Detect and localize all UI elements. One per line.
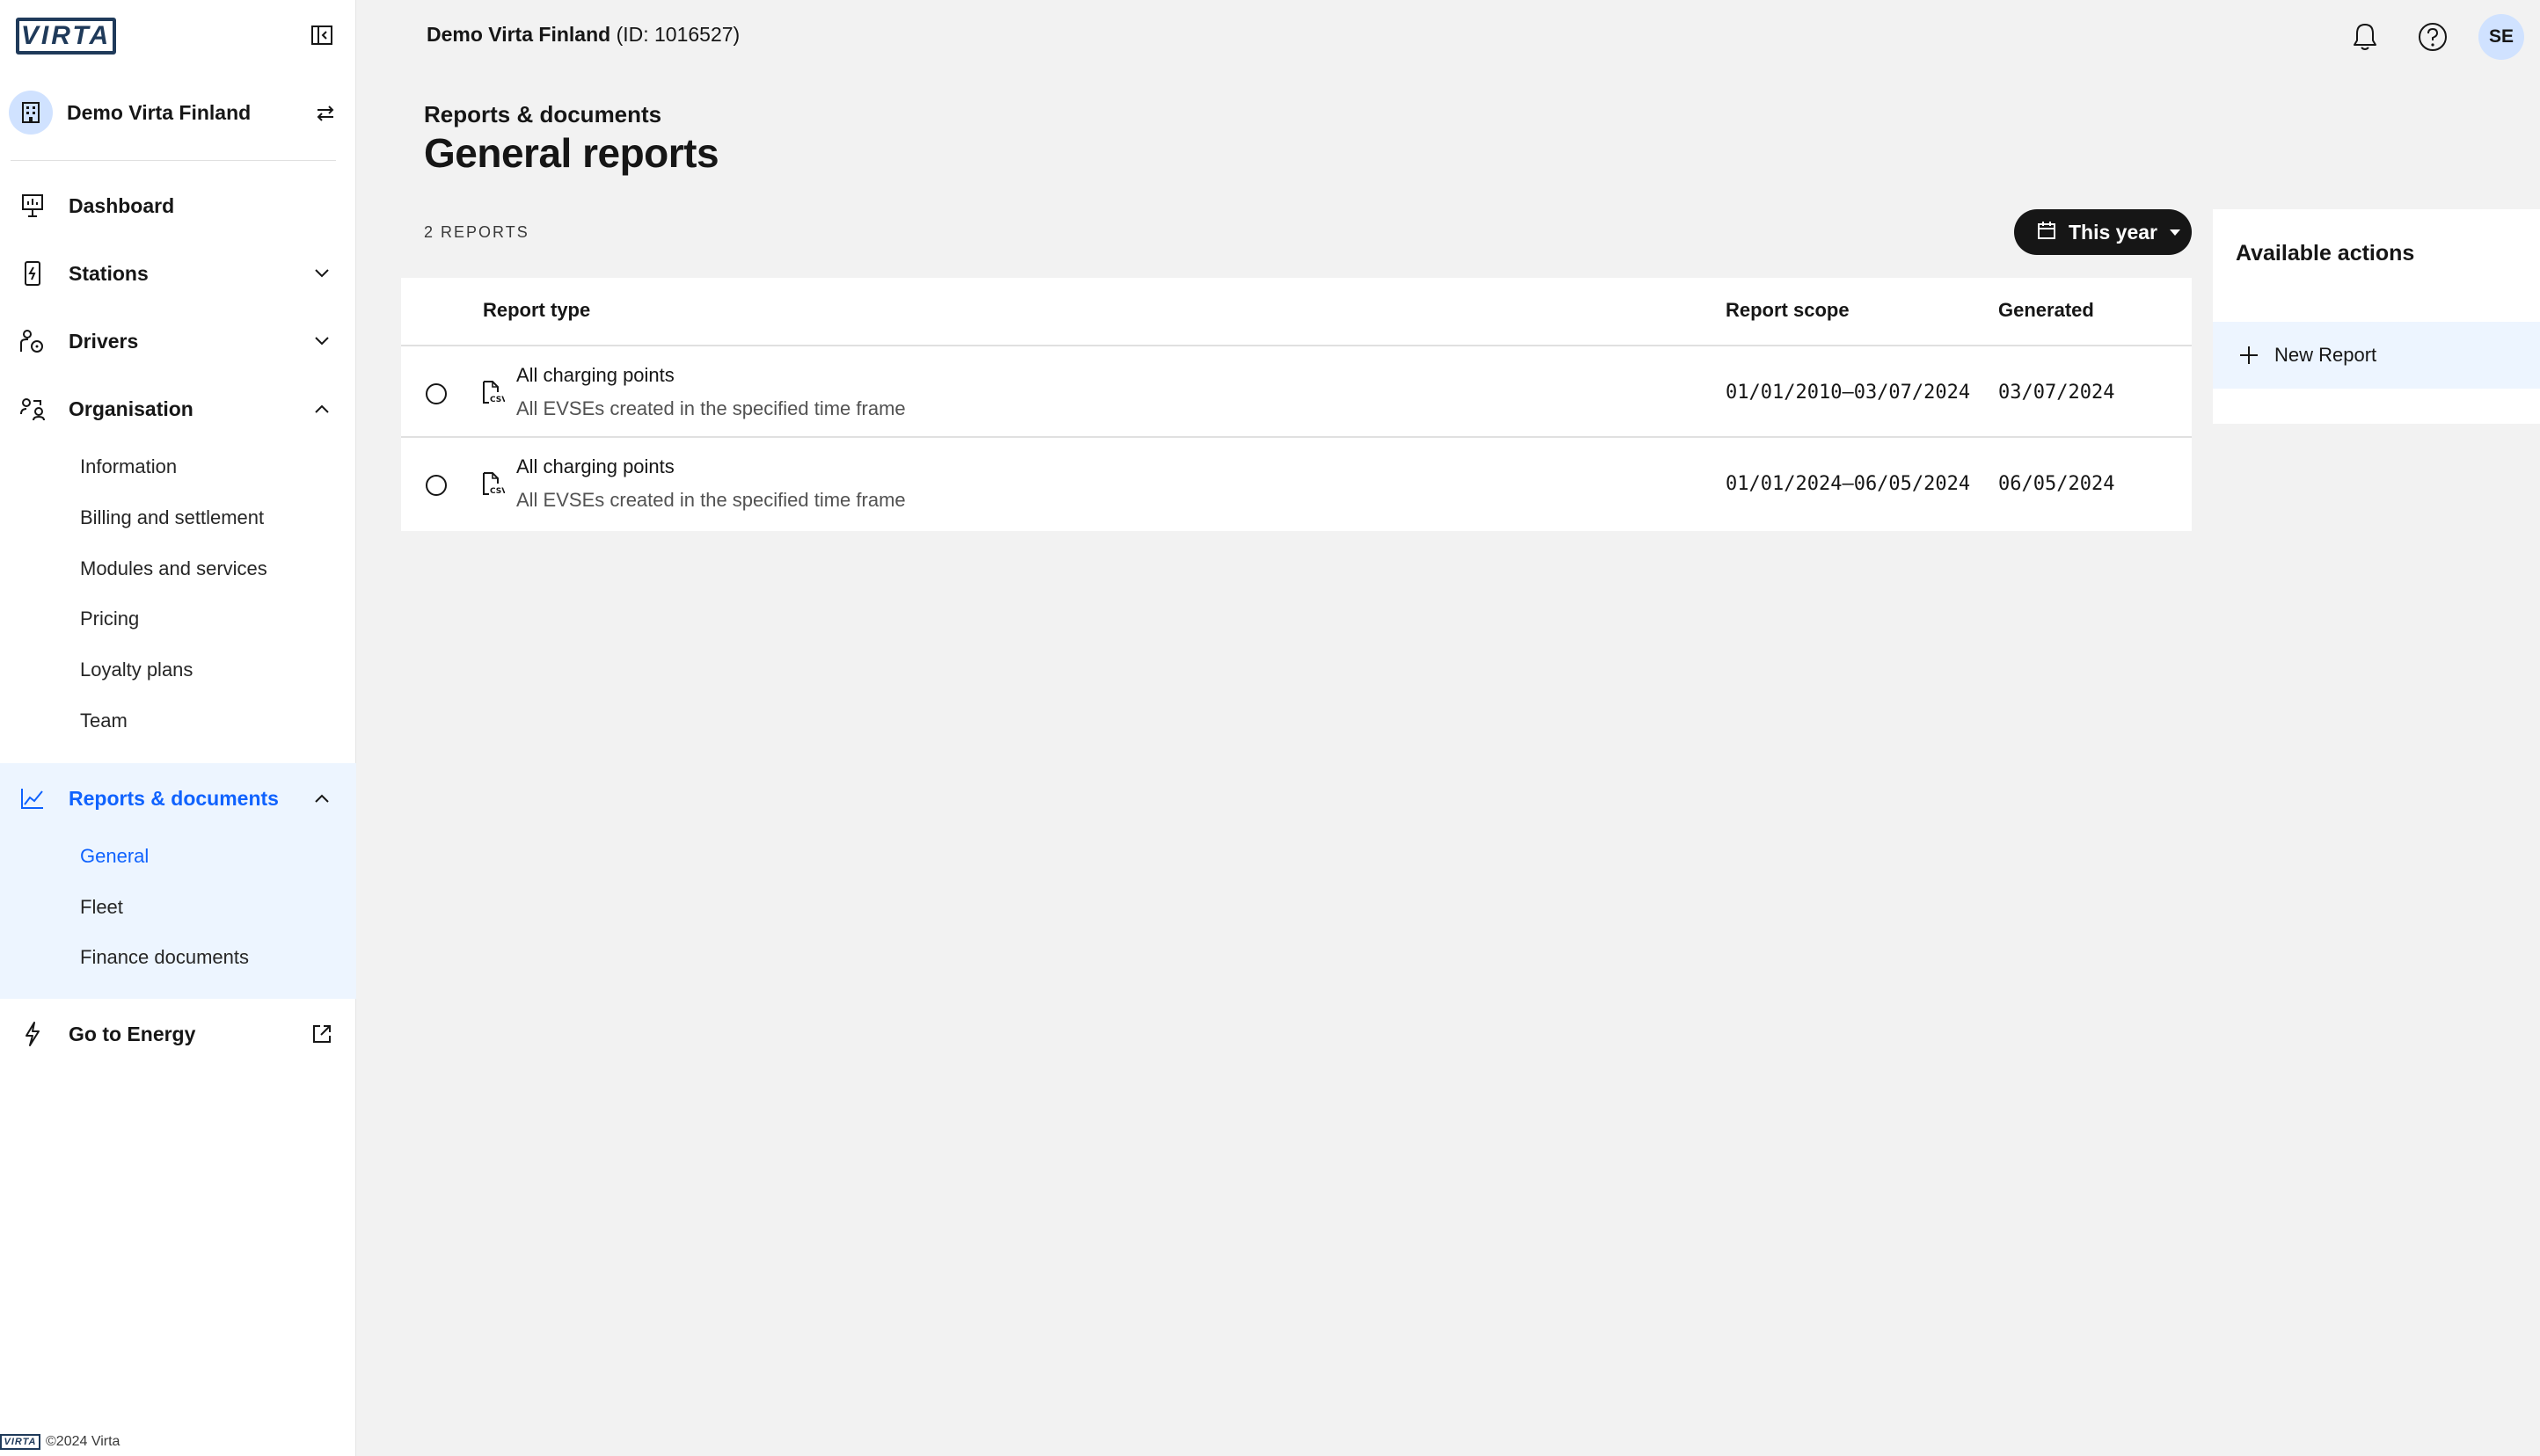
- chevron-down-icon: [310, 329, 334, 353]
- help-icon[interactable]: [2413, 18, 2452, 56]
- user-avatar[interactable]: SE: [2478, 14, 2524, 60]
- driver-icon: [18, 326, 47, 356]
- sidebar-item-label: Stations: [69, 261, 149, 285]
- sidebar-subitem-fleet[interactable]: Fleet: [80, 896, 123, 919]
- sidebar-subitem-general[interactable]: General: [80, 845, 149, 868]
- new-report-button[interactable]: New Report: [2213, 322, 2540, 389]
- virta-mini-logo: VIRTA: [0, 1434, 40, 1450]
- column-header-report-scope: Report scope: [1726, 299, 1850, 321]
- building-icon: [9, 91, 53, 135]
- chevron-up-icon: [310, 786, 334, 811]
- row-select-radio[interactable]: [426, 383, 447, 404]
- sidebar-divider: [11, 160, 336, 161]
- chart-line-icon: [18, 783, 47, 813]
- organisation-icon: [18, 394, 47, 424]
- topbar-org-name: Demo Virta Finland: [427, 23, 611, 46]
- notification-bell-icon[interactable]: [2346, 18, 2384, 56]
- report-generated-date: 03/07/2024: [1998, 382, 2115, 404]
- switch-org-icon[interactable]: [312, 100, 339, 127]
- sidebar-item-label: Organisation: [69, 397, 193, 420]
- table-header: Report type Report scope Generated: [401, 278, 2192, 346]
- report-description: All EVSEs created in the specified time …: [516, 397, 906, 419]
- chevron-up-icon: [310, 397, 334, 421]
- virta-logo[interactable]: VIRTA: [16, 18, 116, 55]
- sidebar-subitem-loyalty[interactable]: Loyalty plans: [80, 659, 193, 681]
- copyright-text: ©2024 Virta: [46, 1434, 120, 1449]
- dashboard-icon: [18, 191, 47, 221]
- available-actions-panel: Available actions New Report: [2213, 209, 2540, 424]
- sidebar-item-go-to-energy[interactable]: Go to Energy: [0, 1009, 356, 1059]
- sidebar-item-drivers[interactable]: Drivers: [0, 317, 356, 366]
- external-link-icon: [310, 1022, 334, 1046]
- lightning-icon: [18, 1019, 47, 1049]
- org-name: Demo Virta Finland: [67, 100, 252, 124]
- report-scope: 01/01/2010–03/07/2024: [1726, 382, 1971, 404]
- report-scope: 01/01/2024–06/05/2024: [1726, 473, 1971, 495]
- report-generated-date: 06/05/2024: [1998, 473, 2115, 495]
- column-header-generated: Generated: [1998, 299, 2094, 321]
- calendar-icon: [2037, 221, 2056, 244]
- sidebar-subitem-information[interactable]: Information: [80, 455, 177, 478]
- page-title: General reports: [424, 130, 719, 176]
- sidebar-item-dashboard[interactable]: Dashboard: [0, 181, 356, 230]
- sidebar-item-label: Drivers: [69, 329, 139, 353]
- report-title: All charging points: [516, 455, 675, 477]
- sidebar-subitem-team[interactable]: Team: [80, 710, 128, 732]
- date-filter-dropdown[interactable]: This year: [2014, 209, 2192, 255]
- breadcrumb: Reports & documents: [424, 101, 662, 127]
- sidebar-item-label: Go to Energy: [69, 1022, 196, 1045]
- topbar-org-title: Demo Virta Finland (ID: 1016527): [427, 23, 740, 47]
- svg-text:CSV: CSV: [490, 487, 505, 496]
- collapse-sidebar-icon[interactable]: [310, 23, 334, 47]
- sidebar-item-label: Dashboard: [69, 193, 175, 217]
- sidebar-item-organisation[interactable]: Organisation: [0, 384, 356, 433]
- reports-table: Report type Report scope Generated CSV A…: [401, 278, 2192, 531]
- actions-title: Available actions: [2236, 241, 2415, 266]
- sidebar-subitem-modules[interactable]: Modules and services: [80, 557, 267, 580]
- sidebar-item-reports[interactable]: Reports & documents: [0, 774, 356, 823]
- sidebar-item-stations[interactable]: Stations: [0, 249, 356, 298]
- sidebar-footer: VIRTA ©2024 Virta: [0, 1433, 120, 1451]
- document-csv-icon: CSV: [480, 380, 507, 404]
- table-row[interactable]: CSV All charging points All EVSEs create…: [401, 438, 2192, 529]
- new-report-label: New Report: [2274, 344, 2377, 366]
- column-header-report-type: Report type: [483, 299, 591, 321]
- sidebar-item-label: Reports & documents: [69, 786, 279, 810]
- sidebar: VIRTA Demo Virta Finland Dashboard Stati…: [0, 0, 356, 1456]
- report-title: All charging points: [516, 364, 675, 386]
- sidebar-subitem-billing[interactable]: Billing and settlement: [80, 506, 264, 529]
- document-csv-icon: CSV: [480, 471, 507, 496]
- report-count: 2 REPORTS: [424, 223, 529, 241]
- caret-down-icon: [2170, 229, 2180, 236]
- sidebar-subitem-pricing[interactable]: Pricing: [80, 608, 139, 630]
- plus-icon: [2239, 346, 2259, 365]
- date-filter-label: This year: [2069, 220, 2157, 244]
- table-row[interactable]: CSV All charging points All EVSEs create…: [401, 346, 2192, 438]
- sidebar-subitem-finance-documents[interactable]: Finance documents: [80, 946, 249, 969]
- row-select-radio[interactable]: [426, 475, 447, 496]
- chevron-down-icon: [310, 261, 334, 286]
- topbar-org-id: (ID: 1016527): [616, 23, 741, 46]
- charging-station-icon: [18, 258, 47, 288]
- svg-text:CSV: CSV: [490, 396, 505, 404]
- org-switcher[interactable]: Demo Virta Finland: [9, 90, 339, 135]
- report-description: All EVSEs created in the specified time …: [516, 489, 906, 511]
